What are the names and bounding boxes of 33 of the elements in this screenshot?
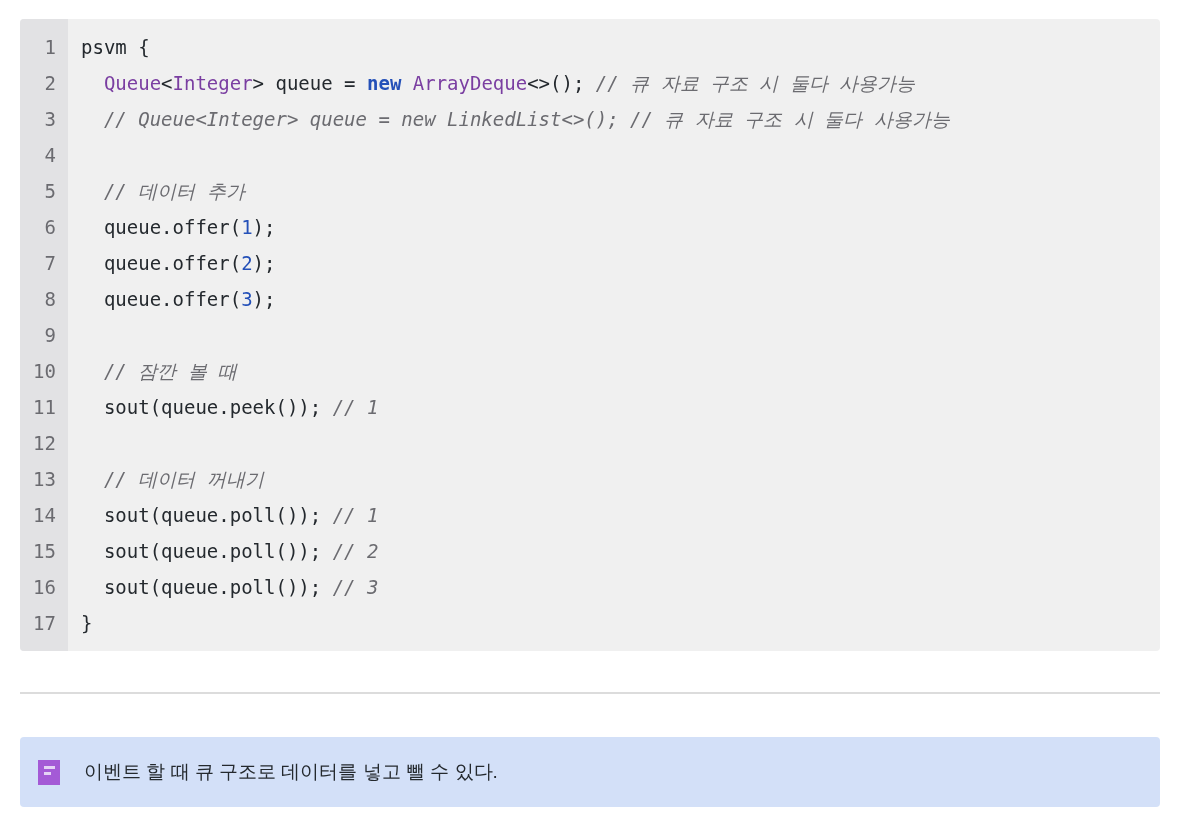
code-line: // 잠깐 볼 때 xyxy=(102,359,239,384)
code-line: sout(queue.poll()); // 3 xyxy=(102,575,380,600)
line-number: 16 xyxy=(32,575,57,600)
line-number: 9 xyxy=(43,323,57,348)
line-number: 8 xyxy=(43,287,57,312)
code-line: queue.offer(1); xyxy=(102,215,277,240)
line-number: 11 xyxy=(32,395,57,420)
code-line: sout(queue.poll()); // 2 xyxy=(102,539,380,564)
line-number: 10 xyxy=(32,359,57,384)
line-number: 6 xyxy=(43,215,57,240)
line-number: 5 xyxy=(43,179,57,204)
line-number: 2 xyxy=(43,71,57,96)
line-number: 17 xyxy=(32,611,57,636)
code-line: // 데이터 꺼내기 xyxy=(102,467,266,492)
line-number: 13 xyxy=(32,467,57,492)
code-line: Queue<Integer> queue = new ArrayDeque<>(); // 큐 자료 구조 시 둘다 사용가능 xyxy=(102,71,917,96)
code-line: psvm { xyxy=(81,35,151,60)
code-line: sout(queue.poll()); // 1 xyxy=(102,503,380,528)
line-number: 15 xyxy=(32,539,57,564)
line-number: 1 xyxy=(43,35,57,60)
code-line: queue.offer(3); xyxy=(102,287,277,312)
line-number: 7 xyxy=(43,251,57,276)
code-line: queue.offer(2); xyxy=(102,251,277,276)
code-line: // Queue<Integer> queue = new LinkedList<>(); // 큐 자료 구조 시 둘다 사용가능 xyxy=(102,107,951,132)
code-line: } xyxy=(81,611,94,636)
code-line: // 데이터 추가 xyxy=(102,179,247,204)
callout-text: 이벤트 할 때 큐 구조로 데이터를 넣고 뺄 수 있다. xyxy=(84,759,498,784)
note-icon xyxy=(38,759,60,785)
line-number: 3 xyxy=(43,107,57,132)
line-number: 14 xyxy=(32,503,57,528)
line-number: 12 xyxy=(32,431,57,456)
line-number: 4 xyxy=(43,143,57,168)
code-line: sout(queue.peek()); // 1 xyxy=(102,395,380,420)
